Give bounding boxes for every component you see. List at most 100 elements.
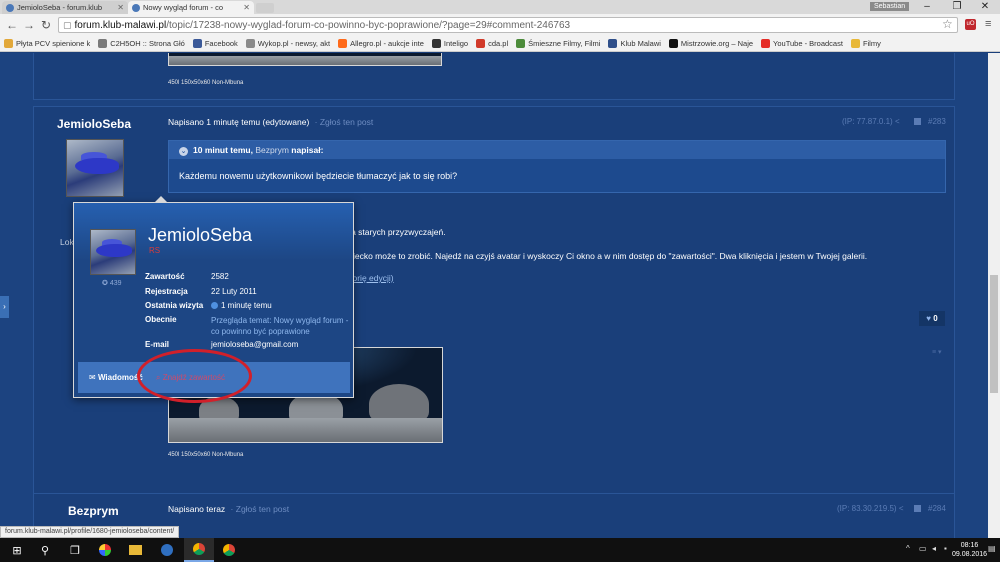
reputation-icon: ✪ [102,280,108,287]
bookmark-favicon-icon [761,39,771,48]
bookmark-favicon-icon [4,39,13,48]
post-tools[interactable]: ≡ ▾ [932,348,942,356]
bookmark-favicon-icon [431,39,441,48]
post-author-name[interactable]: Bezprym [68,504,119,518]
link-status-bubble: forum.klub-malawi.pl/profile/1680-jemiol… [0,526,180,538]
quote-text: Każdemu nowemu użytkownikowi będziecie t… [179,171,458,181]
browser-profile-name[interactable]: Sebastian [870,2,910,11]
chrome-taskbar-icon[interactable] [214,538,244,562]
window-close-icon[interactable]: ✕ [970,0,1000,14]
page-info-icon[interactable]: ▢ [63,20,72,30]
task-view-icon[interactable]: ❐ [60,538,90,562]
chevron-down-icon[interactable]: ⌄ [179,147,188,156]
sidebar-toggle-chevron-right-icon[interactable]: › [0,296,9,318]
site-favicon-icon [132,3,140,12]
quoted-user-link[interactable]: Bezprym [255,145,289,155]
previous-post: 450l 150x50x60 Non-Mbuna [33,53,955,100]
bookmark-item[interactable]: Śmieszne Filmy, Filmi [516,39,600,48]
multiquote-checkbox[interactable] [914,118,921,125]
ublock-extension-icon[interactable]: uO [965,19,976,30]
bookmark-star-icon[interactable]: ☆ [942,17,953,31]
post-ip: (IP: 77.87.0.1) < [842,117,900,126]
share-icon[interactable]: < [895,117,900,126]
report-post-link[interactable]: · Zgłoś ten post [315,117,374,127]
app-icon[interactable] [90,538,120,562]
bookmark-item[interactable]: YouTube - Broadcast [761,39,843,48]
side-label: Lok [60,237,74,247]
hovercard-avatar[interactable] [90,229,136,275]
fish-image [75,158,119,174]
bookmark-item[interactable]: Allegro.pl - aukcje inte [338,39,424,48]
file-explorer-icon[interactable] [120,538,150,562]
aquarium-photo[interactable] [168,53,442,66]
chrome-taskbar-icon[interactable] [184,538,214,562]
hovercard-row-joined: Rejestracja 22 Luty 2011 [145,287,257,296]
url-domain: forum.klub-malawi.pl [74,20,167,31]
hovercard-group: RS [149,246,161,255]
tab-close-icon[interactable]: ✕ [117,3,124,12]
volume-icon[interactable]: ◂ [932,544,936,553]
bookmark-favicon-icon [245,39,255,48]
photo-caption: 450l 150x50x60 Non-Mbuna [168,452,244,458]
post-number[interactable]: #284 [928,504,946,513]
bookmark-folder[interactable]: Filmy [850,39,881,48]
tab-close-icon[interactable]: ✕ [243,3,250,12]
tray-chevron-up-icon[interactable]: ^ [906,544,910,553]
hovercard-row-content: Zawartość 2582 [145,272,229,281]
bookmarks-bar: Płyta PCV spienione k C2H5OH :: Strona Gł… [0,36,1000,52]
forward-arrow-icon[interactable]: → [21,17,37,33]
author-avatar[interactable] [66,139,124,197]
back-arrow-icon[interactable]: ← [4,17,20,33]
annotation-red-circle [137,349,252,403]
quote-header[interactable]: ⌄ 10 minut temu, Bezprym napisał: [169,141,945,159]
bookmark-item[interactable]: Wykop.pl - newsy, akt [245,39,330,48]
restore-icon[interactable]: ❐ [942,0,972,14]
search-icon[interactable]: ⚲ [30,538,60,562]
photo-caption: 450l 150x50x60 Non-Mbuna [168,80,244,86]
like-button[interactable]: ♥ 0 [919,311,945,326]
folder-icon [850,39,860,48]
reputation-badge: ✪ 439 [102,280,122,287]
app-icon[interactable] [152,538,182,562]
quote-block: ⌄ 10 minut temu, Bezprym napisał: Każdemu… [168,140,946,193]
bookmark-favicon-icon [608,39,618,48]
bookmark-item[interactable]: Inteligo [431,39,468,48]
bookmark-favicon-icon [476,39,486,48]
browser-tab-strip: JemioloSeba - forum.klub ✕ Nowy wygląd f… [0,0,1000,14]
address-bar[interactable]: ▢ forum.klub-malawi.pl/topic/17238-nowy-w… [58,17,958,33]
notifications-icon[interactable]: ▤ [988,544,996,553]
new-tab-button[interactable] [256,3,274,13]
bookmark-item[interactable]: C2H5OH :: Strona Głó [98,39,185,48]
minimize-icon[interactable]: – [912,0,942,14]
keyboard-icon[interactable]: ▪ [944,544,947,553]
hovercard-username[interactable]: JemioloSeba [148,225,252,246]
browser-tab-profile[interactable]: JemioloSeba - forum.klub ✕ [2,1,128,14]
windows-start-icon[interactable]: ⊞ [2,538,32,562]
bookmark-item[interactable]: Mistrzowie.org – Naje [668,39,753,48]
bookmark-item[interactable]: Płyta PCV spienione k [4,39,90,48]
post-text-line: ma starych przyzwyczajeń. [344,227,446,237]
system-clock[interactable]: 08:16 09.08.2016 [952,541,987,559]
reload-icon[interactable]: ↻ [38,17,54,33]
network-icon[interactable]: ▭ [919,544,927,553]
browser-toolbar: ← → ↻ ▢ forum.klub-malawi.pl/topic/17238-… [0,14,1000,36]
current-activity-link[interactable]: Przegląda temat: Nowy wygląd forum - co … [211,315,351,337]
chrome-menu-icon[interactable]: ≡ [985,18,991,30]
bookmark-favicon-icon [338,39,348,48]
bookmark-favicon-icon [516,39,526,48]
post-number[interactable]: #283 [928,117,946,126]
post-author-name[interactable]: JemioloSeba [57,117,131,131]
share-icon[interactable]: < [899,504,904,513]
bookmark-item[interactable]: Facebook [192,39,238,48]
report-post-link[interactable]: · Zgłoś ten post [231,504,290,514]
hovercard-row-last-visit: Ostatnia wizyta 1 minutę temu [145,301,272,310]
send-message-button[interactable]: ✉ Wiadomość [89,373,143,382]
browser-tab-topic[interactable]: Nowy wygląd forum - co ✕ [128,1,254,14]
scrollbar-thumb[interactable] [990,275,998,393]
bookmark-item[interactable]: cda.pl [476,39,508,48]
post-date: Napisano 1 minutę temu (edytowane) [168,117,310,127]
bookmark-item[interactable]: Klub Malawi [608,39,661,48]
page-scrollbar[interactable] [988,53,1000,538]
post-meta: Napisano 1 minutę temu (edytowane) · Zgł… [168,117,373,127]
multiquote-checkbox[interactable] [914,505,921,512]
